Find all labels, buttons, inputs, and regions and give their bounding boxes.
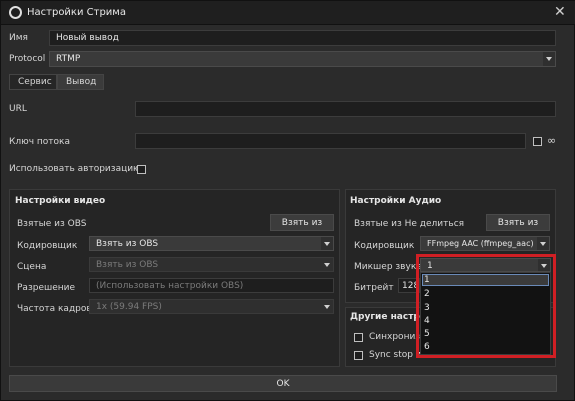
hover-highlight [422,274,549,286]
fps-select[interactable]: 1x (59.94 FPS) [89,299,334,314]
audio-encoder-select[interactable]: FFmpeg AAC (ffmpeg_aac) [420,236,550,251]
sync-stop-checkbox[interactable] [354,351,363,360]
chevron-down-icon [537,237,549,250]
audio-mixer-label: Микшер звука [354,262,422,272]
link-icon[interactable]: ∞ [547,134,556,147]
scene-label: Сцена [17,262,47,272]
audio-encoder-label: Кодировщик [354,241,415,251]
other-settings-title: Другие настро [350,312,427,322]
chevron-down-icon [321,300,333,313]
video-take-from-button[interactable]: Взять из [270,214,334,231]
audio-mixer-value: 1 [427,261,433,271]
chevron-down-icon [321,237,333,250]
resolution-input[interactable]: (Использовать настройки OBS) [89,278,334,293]
close-icon[interactable]: ✕ [554,4,566,20]
window-title: Настройки Стрима [27,7,126,18]
mixer-option-6[interactable]: 6 [424,342,430,352]
auth-checkbox[interactable] [137,165,146,174]
mixer-option-2[interactable]: 2 [424,289,430,299]
scene-select[interactable]: Взять из OBS [89,257,334,272]
audio-encoder-value: FFmpeg AAC (ffmpeg_aac) [427,239,534,248]
obs-icon [9,6,22,19]
sync-label: Синхрониз [369,332,421,342]
mixer-option-3[interactable]: 3 [424,303,430,313]
audio-mixer-select[interactable]: 1 [420,258,551,272]
show-key-checkbox[interactable] [533,137,542,146]
mixer-option-5[interactable]: 5 [424,329,430,339]
url-label: URL [9,104,27,114]
ok-button[interactable]: OK [9,375,557,392]
title-bar: Настройки Стрима ✕ [1,1,575,25]
name-input[interactable]: Новый вывод [49,30,556,46]
mixer-option-4[interactable]: 4 [424,316,430,326]
mixer-dropdown-list: 1 2 3 4 5 6 [420,272,551,355]
fps-label: Частота кадров [17,304,92,314]
stream-key-input[interactable] [135,133,526,149]
audio-from-label: Взятые из Не делиться [354,219,465,229]
chevron-down-icon [543,52,555,66]
video-from-obs-label: Взятые из OBS [17,219,87,229]
chevron-down-icon [538,259,550,271]
stream-key-label: Ключ потока [9,137,70,147]
tab-output[interactable]: Вывод [57,74,104,90]
stream-settings-window: Настройки Стрима ✕ Имя Новый вывод Proto… [0,0,575,401]
auth-label: Использовать авторизацию [9,164,141,174]
video-encoder-label: Кодировщик [17,241,78,251]
tab-service[interactable]: Сервис [9,74,57,90]
audio-take-from-button[interactable]: Взять из [486,214,550,231]
protocol-label: Protocol [9,54,46,64]
protocol-select[interactable]: RTMP [49,51,556,67]
bitrate-label: Битрейт [354,283,394,293]
scene-value: Взять из OBS [96,260,159,270]
mixer-option-1[interactable]: 1 [424,275,430,285]
protocol-value: RTMP [56,54,81,64]
video-settings-title: Настройки видео [15,196,106,206]
audio-settings-title: Настройки Аудио [350,196,442,206]
name-label: Имя [9,33,28,43]
video-encoder-value: Взять из OBS [96,239,159,249]
video-encoder-select[interactable]: Взять из OBS [89,236,334,251]
chevron-down-icon [321,258,333,271]
fps-value: 1x (59.94 FPS) [96,302,162,312]
sync-checkbox[interactable] [354,333,363,342]
url-input[interactable] [135,101,556,117]
resolution-label: Разрешение [17,283,76,293]
